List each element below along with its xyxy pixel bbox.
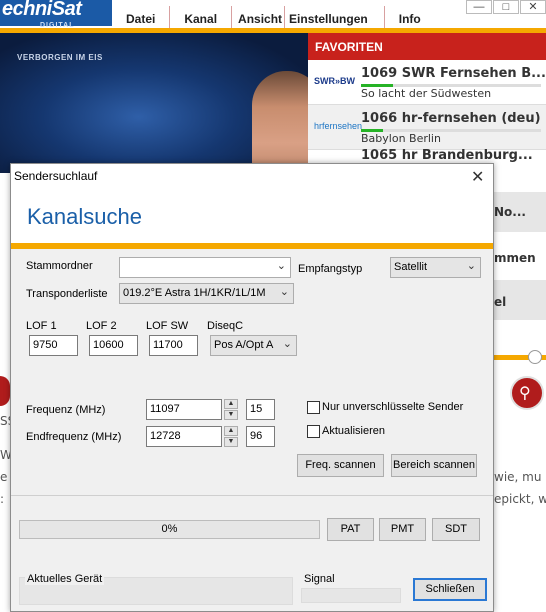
dialog-header: Kanalsuche (11, 188, 493, 243)
minimize-button[interactable]: — (466, 0, 492, 14)
signal-meter (301, 588, 401, 603)
menu-info[interactable]: Info (383, 6, 435, 28)
spin-up-icon[interactable]: ▲ (224, 426, 238, 436)
bg-text: wie, mu (494, 470, 542, 484)
transponderliste-value: 019.2°E Astra 1H/1KR/1L/1M (123, 287, 266, 299)
lof2-input[interactable]: 10600 (89, 335, 138, 356)
menu-ansicht[interactable]: Ansicht (231, 6, 284, 28)
page-title: Kanalsuche (27, 204, 142, 229)
spin-down-icon[interactable]: ▼ (224, 410, 238, 420)
scan-progress-bar: 0% (19, 520, 320, 539)
chevron-down-icon: ⌄ (466, 260, 476, 272)
frequenz-spinner[interactable]: ▲ ▼ (224, 399, 238, 420)
diseqc-label: DiseqC (207, 320, 244, 332)
search-button[interactable]: ⚲ (510, 376, 544, 410)
dialog-titlebar[interactable]: Sendersuchlauf ✕ (11, 164, 493, 188)
frequenz-extra-field[interactable]: 15 (246, 399, 275, 420)
favorite-item[interactable]: SWR»BW 1069 SWR Fernsehen B... So lacht … (308, 60, 546, 105)
chevron-down-icon: ⌄ (279, 286, 289, 298)
video-caption: VERBORGEN IM EIS (17, 53, 103, 62)
search-icon: ⚲ (519, 385, 531, 402)
close-app-button[interactable]: ✕ (520, 0, 546, 14)
current-device-label: Aktuelles Gerät (25, 573, 105, 585)
favorites-title: FAVORITEN (308, 33, 546, 60)
endfrequenz-spinner[interactable]: ▲ ▼ (224, 426, 238, 447)
diseqc-select[interactable]: Pos A/Opt A ⌄ (210, 335, 297, 356)
sendersuchlauf-dialog: Sendersuchlauf ✕ Kanalsuche Stammordner … (10, 163, 494, 612)
pmt-button[interactable]: PMT (379, 518, 426, 541)
swr-logo: SWR»BW (314, 76, 355, 86)
menu-kanal[interactable]: Kanal (169, 6, 231, 28)
endfrequenz-label: Endfrequenz (MHz) (26, 431, 122, 443)
app-header: echniSat DIGITAL Datei Kanal Ansicht Ein… (0, 0, 546, 30)
spin-down-icon[interactable]: ▼ (224, 437, 238, 447)
range-scan-button[interactable]: Bereich scannen (391, 454, 477, 477)
video-preview[interactable]: VERBORGEN IM EIS (0, 33, 308, 173)
chevron-down-icon: ⌄ (282, 338, 292, 350)
aktualisieren-label: Aktualisieren (322, 425, 385, 437)
bg-text: epickt, w (494, 492, 546, 506)
endfrequenz-extra-field[interactable]: 96 (246, 426, 275, 447)
channel-name: 1065 hr Brandenburg... (361, 148, 533, 163)
lofsw-label: LOF SW (146, 320, 189, 332)
stammordner-select[interactable]: ⌄ (119, 257, 291, 278)
channel-name-partial: No... (494, 205, 526, 219)
program-title: Babylon Berlin (361, 132, 441, 145)
program-title: So lacht der Südwesten (361, 87, 492, 100)
chevron-down-icon: ⌄ (276, 260, 286, 272)
freq-scan-button[interactable]: Freq. scannen (297, 454, 384, 477)
transponderliste-select[interactable]: 019.2°E Astra 1H/1KR/1L/1M ⌄ (119, 283, 294, 304)
lof2-label: LOF 2 (86, 320, 117, 332)
empfangstyp-value: Satellit (394, 261, 428, 273)
app-logo: echniSat DIGITAL (0, 0, 112, 29)
menu-einstellungen[interactable]: Einstellungen (284, 6, 384, 28)
volume-slider-handle[interactable] (528, 350, 542, 364)
sdt-button[interactable]: SDT (432, 518, 480, 541)
signal-label: Signal (304, 573, 335, 585)
channel-name: 1066 hr-fernsehen (deu) (361, 111, 541, 126)
channel-name-partial: mmen (494, 251, 536, 265)
record-button[interactable] (0, 376, 10, 406)
dialog-title: Sendersuchlauf (14, 169, 98, 183)
diseqc-value: Pos A/Opt A (214, 339, 274, 351)
hr-logo: hrfernsehen (314, 121, 363, 131)
stammordner-label: Stammordner (26, 260, 93, 272)
aktualisieren-checkbox[interactable] (307, 425, 320, 438)
close-icon[interactable]: ✕ (471, 167, 484, 186)
maximize-button[interactable]: □ (493, 0, 519, 14)
menu-datei[interactable]: Datei (112, 6, 169, 28)
channel-name-partial: el (494, 295, 507, 309)
channel-name: 1069 SWR Fernsehen B... (361, 66, 546, 81)
pat-button[interactable]: PAT (327, 518, 374, 541)
bg-text: e (0, 470, 8, 484)
menu-bar: Datei Kanal Ansicht Einstellungen Info (112, 6, 435, 28)
transponderliste-label: Transponderliste (26, 288, 108, 300)
presenter-image (252, 71, 308, 173)
lofsw-input[interactable]: 11700 (149, 335, 198, 356)
unverschluesselt-label: Nur unverschlüsselte Sender (322, 401, 464, 413)
close-button[interactable]: Schließen (413, 578, 487, 601)
divider (11, 495, 493, 496)
lof1-input[interactable]: 9750 (29, 335, 78, 356)
empfangstyp-select[interactable]: Satellit ⌄ (390, 257, 481, 278)
screen: echniSat DIGITAL Datei Kanal Ansicht Ein… (0, 0, 546, 612)
endfrequenz-input[interactable]: 12728 (146, 426, 222, 447)
frequenz-label: Frequenz (MHz) (26, 404, 106, 416)
spin-up-icon[interactable]: ▲ (224, 399, 238, 409)
favorite-item[interactable]: hrfernsehen 1066 hr-fernsehen (deu) Baby… (308, 105, 546, 150)
bg-text: : (0, 492, 5, 506)
unverschluesselt-checkbox[interactable] (307, 401, 320, 414)
empfangstyp-label: Empfangstyp (298, 263, 363, 275)
frequenz-input[interactable]: 11097 (146, 399, 222, 420)
lof1-label: LOF 1 (26, 320, 57, 332)
header-accent-bar (11, 243, 493, 249)
